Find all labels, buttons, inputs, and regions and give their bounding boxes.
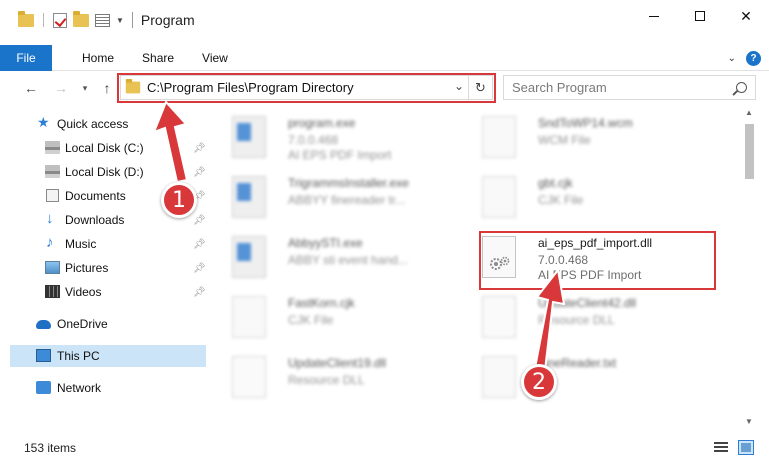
file-item[interactable]: FineReader.txt <box>466 350 706 406</box>
scrollbar-thumb[interactable] <box>745 124 754 179</box>
vertical-scrollbar[interactable]: ▲ ▼ <box>742 106 757 428</box>
file-item[interactable]: TrigrammsInstaller.exe ABBYY finereader … <box>216 170 456 226</box>
file-item[interactable]: program.exe 7.0.0.468 AI EPS PDF Import <box>216 110 456 166</box>
item-count: 153 items <box>24 441 77 455</box>
music-icon: ♪ <box>46 234 54 251</box>
sidebar-item-quick-access[interactable]: ★ Quick access <box>10 113 206 135</box>
sidebar-item-local-disk-d[interactable]: Local Disk (D:) 📌︎ <box>10 161 206 183</box>
network-icon <box>36 381 51 394</box>
file-item[interactable]: UpdateClient42.dll Resource DLL <box>466 290 706 346</box>
folder-icon <box>18 10 34 27</box>
address-bar-highlight <box>117 73 496 103</box>
search-icon <box>736 82 747 93</box>
computer-icon <box>36 349 51 362</box>
sidebar-item-this-pc[interactable]: This PC <box>10 345 206 367</box>
back-arrow-icon[interactable]: ← <box>20 78 42 98</box>
document-icon <box>482 176 516 218</box>
pin-icon[interactable]: 📌︎ <box>193 287 206 298</box>
recent-locations-chevron-icon[interactable]: ▾ <box>74 78 96 98</box>
status-bar: 153 items <box>0 438 769 460</box>
sidebar-item-pictures[interactable]: Pictures 📌︎ <box>10 257 206 279</box>
app-icon <box>232 176 266 218</box>
ribbon-right-controls: ⌄ ? <box>728 45 761 71</box>
app-icon <box>232 236 266 278</box>
app-icon <box>232 116 266 158</box>
properties-check-icon[interactable] <box>53 12 67 28</box>
pin-icon[interactable]: 📌︎ <box>193 143 206 154</box>
title-separator <box>131 12 133 28</box>
step-2-badge: 2 <box>521 364 557 400</box>
quick-access-toolbar: ▼ <box>0 0 124 40</box>
pin-icon[interactable]: 📌︎ <box>193 167 206 178</box>
file-item[interactable]: AbbyySTI.exe ABBY sti event hand... <box>216 230 456 286</box>
star-icon: ★ <box>37 114 50 130</box>
up-arrow-icon[interactable]: ↑ <box>96 78 118 98</box>
minimize-icon <box>649 15 659 17</box>
navigation-pane: ★ Quick access Local Disk (C:) 📌︎ Local … <box>10 108 206 428</box>
disk-icon <box>45 165 60 178</box>
help-icon[interactable]: ? <box>746 50 761 66</box>
search-box[interactable]: Search Program <box>503 75 756 100</box>
pin-icon[interactable]: 📌︎ <box>193 239 206 250</box>
ribbon-tabs: File Home Share View ⌄ ? <box>0 44 769 71</box>
tab-share[interactable]: Share <box>128 45 188 71</box>
sidebar-item-music[interactable]: ♪ Music 📌︎ <box>10 233 206 255</box>
scroll-up-arrow-icon[interactable]: ▲ <box>745 108 753 117</box>
details-view-icon[interactable] <box>714 442 728 454</box>
window-title: Program <box>140 12 195 28</box>
forward-arrow-icon[interactable]: → <box>50 78 72 98</box>
dll-icon <box>482 296 516 338</box>
file-item[interactable]: FastKorn.cjk CJK File <box>216 290 456 346</box>
tab-home[interactable]: Home <box>52 45 128 71</box>
file-item[interactable]: SndToWP14.wcm WCM File <box>466 110 706 166</box>
scroll-down-arrow-icon[interactable]: ▼ <box>745 417 753 426</box>
large-icons-view-icon[interactable] <box>738 440 754 455</box>
title-bar: ▼ Program ✕ <box>0 0 769 40</box>
videos-icon <box>45 285 60 298</box>
tab-file[interactable]: File <box>0 44 52 71</box>
pin-icon[interactable]: 📌︎ <box>193 215 206 226</box>
cloud-icon <box>36 320 51 329</box>
close-icon: ✕ <box>740 7 752 24</box>
file-item[interactable]: gbt.cjk CJK File <box>466 170 706 226</box>
properties-icon[interactable] <box>95 13 110 27</box>
document-icon <box>232 296 266 338</box>
minimize-button[interactable] <box>631 0 677 32</box>
maximize-icon <box>695 11 705 21</box>
expand-ribbon-chevron-icon[interactable]: ⌄ <box>728 53 736 64</box>
pin-icon[interactable]: 📌︎ <box>193 263 206 274</box>
sidebar-item-local-disk-c[interactable]: Local Disk (C:) 📌︎ <box>10 137 206 159</box>
sidebar-item-videos[interactable]: Videos 📌︎ <box>10 281 206 303</box>
new-folder-icon[interactable] <box>73 10 89 27</box>
document-icon <box>482 356 516 398</box>
sidebar-item-onedrive[interactable]: OneDrive <box>10 313 206 335</box>
toolbar-separator <box>43 13 44 27</box>
sidebar-item-network[interactable]: Network <box>10 377 206 399</box>
maximize-button[interactable] <box>677 0 723 32</box>
dll-file-highlight <box>479 231 716 290</box>
download-icon: ↓ <box>46 210 54 227</box>
documents-icon <box>46 189 59 202</box>
tab-view[interactable]: View <box>188 45 242 71</box>
step-1-badge: 1 <box>161 182 197 218</box>
disk-icon <box>45 141 60 154</box>
close-button[interactable]: ✕ <box>723 0 769 32</box>
search-input[interactable]: Search Program <box>512 80 607 95</box>
document-icon <box>482 116 516 158</box>
pictures-icon <box>45 261 60 274</box>
window-controls: ✕ <box>631 0 769 32</box>
customize-toolbar-chevron-icon[interactable]: ▼ <box>116 16 124 25</box>
dll-icon <box>232 356 266 398</box>
file-item[interactable]: UpdateClient19.dll Resource DLL <box>216 350 456 406</box>
